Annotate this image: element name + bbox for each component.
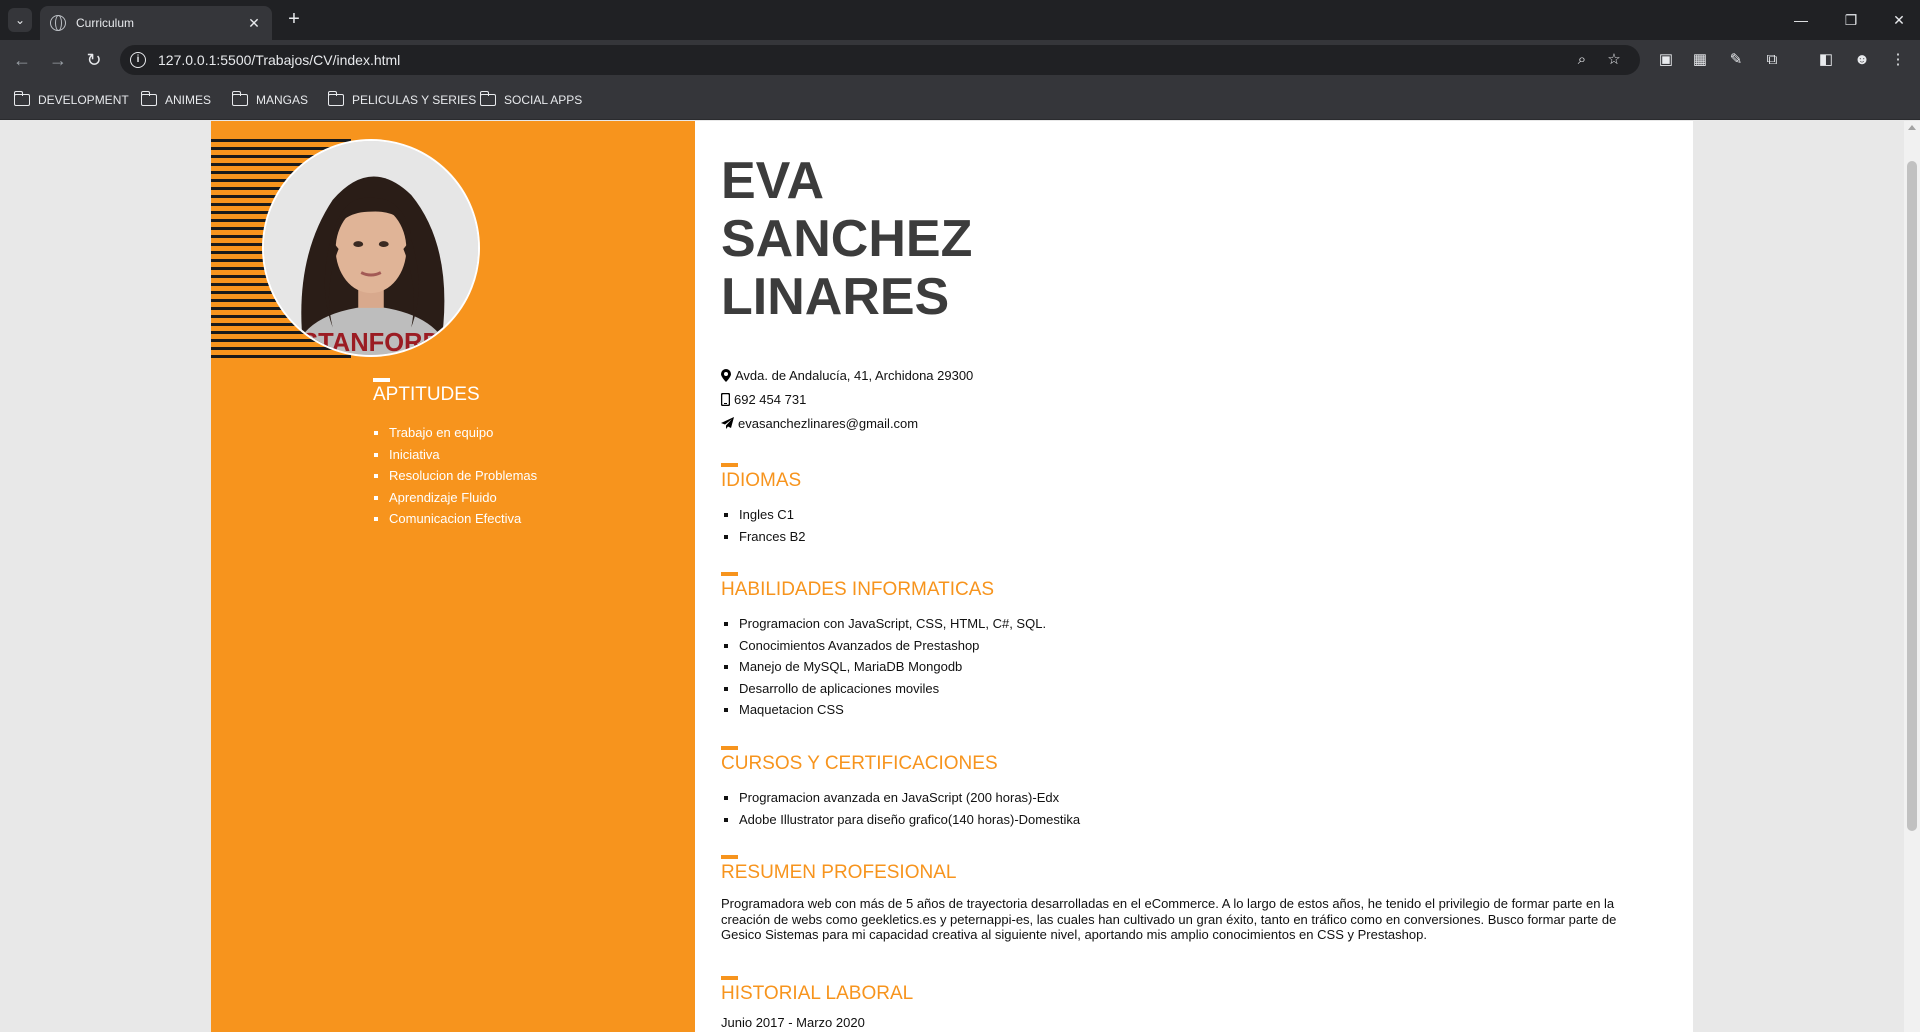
screenshot-extension-icon[interactable]: ▦ <box>1690 50 1710 70</box>
resumen-section: RESUMEN PROFESIONAL Programadora web con… <box>721 855 1656 943</box>
map-marker-icon <box>721 368 731 382</box>
page-scrollbar[interactable] <box>1904 121 1920 1032</box>
extensions-puzzle-icon[interactable]: ⧉ <box>1762 50 1782 70</box>
minimize-icon[interactable]: — <box>1786 8 1816 32</box>
section-accent-bar <box>721 976 738 980</box>
idiomas-list: Ingles C1 Frances B2 <box>739 504 805 547</box>
cv-sidebar: STANFORD APTITUDES Trabajo en equipo Ini… <box>211 121 695 1032</box>
resumen-text: Programadora web con más de 5 años de tr… <box>721 896 1617 942</box>
mobile-phone-icon <box>721 392 730 406</box>
site-info-icon[interactable]: i <box>130 52 146 68</box>
forward-arrow-icon[interactable]: → <box>46 48 70 72</box>
folder-icon <box>140 91 157 106</box>
name-line: SANCHEZ <box>721 210 973 268</box>
section-accent-bar <box>721 746 738 750</box>
profile-avatar-icon[interactable]: ☻ <box>1852 50 1872 70</box>
list-item: Maquetacion CSS <box>739 699 1046 721</box>
list-item: Programacion con JavaScript, CSS, HTML, … <box>739 613 1046 635</box>
url-text[interactable]: 127.0.0.1:5500/Trabajos/CV/index.html <box>158 52 400 68</box>
page-viewport: STANFORD APTITUDES Trabajo en equipo Ini… <box>0 121 1904 1032</box>
scrollbar-thumb[interactable] <box>1907 161 1917 831</box>
aptitudes-title: APTITUDES <box>373 384 480 405</box>
list-item: Conocimientos Avanzados de Prestashop <box>739 635 1046 657</box>
contact-address: Avda. de Andalucía, 41, Archidona 29300 <box>721 363 973 387</box>
candidate-name: EVA SANCHEZ LINARES <box>721 152 972 326</box>
idiomas-section: IDIOMAS Ingles C1 Frances B2 <box>721 463 805 547</box>
resumen-title: RESUMEN PROFESIONAL <box>721 862 957 883</box>
bookmark-folder-peliculas-y-series[interactable]: PELICULAS Y SERIES <box>327 91 476 109</box>
title-bar: ⌄ Curriculum ✕ + — ❐ ✕ <box>0 0 1920 40</box>
tab-close-icon[interactable]: ✕ <box>246 15 262 32</box>
folder-icon <box>13 91 30 106</box>
bookmark-star-icon[interactable]: ☆ <box>1604 50 1624 70</box>
profile-photo: STANFORD <box>262 139 480 357</box>
cursos-section: CURSOS Y CERTIFICACIONES Programacion av… <box>721 746 1080 830</box>
list-item: Adobe Illustrator para diseño grafico(14… <box>739 809 1080 831</box>
tab-search-chevron-icon[interactable]: ⌄ <box>8 8 32 32</box>
historial-title: HISTORIAL LABORAL <box>721 983 914 1004</box>
habilidades-list: Programacion con JavaScript, CSS, HTML, … <box>739 613 1046 721</box>
list-item: Trabajo en equipo <box>389 422 537 444</box>
list-item: Iniciativa <box>389 444 537 466</box>
reload-icon[interactable]: ↻ <box>82 48 106 72</box>
browser-tab[interactable]: Curriculum ✕ <box>40 6 272 40</box>
paper-plane-icon <box>721 417 734 429</box>
list-item: Aprendizaje Fluido <box>389 487 537 509</box>
list-item: Programacion avanzada en JavaScript (200… <box>739 787 1080 809</box>
new-tab-plus-icon[interactable]: + <box>282 8 306 32</box>
section-accent-bar <box>373 378 390 382</box>
habilidades-section: HABILIDADES INFORMATICAS Programacion co… <box>721 572 1046 721</box>
cv-page: STANFORD APTITUDES Trabajo en equipo Ini… <box>211 121 1693 1032</box>
habilidades-title: HABILIDADES INFORMATICAS <box>721 579 995 600</box>
job-period: Junio 2017 - Marzo 2020 <box>721 1015 865 1030</box>
aptitudes-list: Trabajo en equipo Iniciativa Resolucion … <box>389 422 537 530</box>
folder-icon <box>327 91 344 106</box>
folder-icon <box>231 91 248 106</box>
bookmark-folder-animes[interactable]: ANIMES <box>140 91 211 109</box>
section-accent-bar <box>721 463 738 467</box>
contact-email: evasanchezlinares@gmail.com <box>721 411 973 435</box>
folder-icon <box>479 91 496 106</box>
cursos-title: CURSOS Y CERTIFICACIONES <box>721 753 998 774</box>
idiomas-title: IDIOMAS <box>721 470 802 491</box>
aptitudes-section: APTITUDES Trabajo en equipo Iniciativa R… <box>373 378 537 530</box>
list-item: Frances B2 <box>739 526 805 548</box>
list-item: Desarrollo de aplicaciones moviles <box>739 678 1046 700</box>
contact-phone: 692 454 731 <box>721 387 973 411</box>
window-close-icon[interactable]: ✕ <box>1884 8 1914 32</box>
list-item: Manejo de MySQL, MariaDB Mongodb <box>739 656 1046 678</box>
browser-toolbar: ← → ↻ i 127.0.0.1:5500/Trabajos/CV/index… <box>0 40 1920 80</box>
section-accent-bar <box>721 572 738 576</box>
menu-kebab-icon[interactable]: ⋮ <box>1888 50 1908 70</box>
zoom-icon[interactable]: ⌕ <box>1572 50 1592 70</box>
historial-section: HISTORIAL LABORAL Junio 2017 - Marzo 202… <box>721 976 1656 1031</box>
side-panel-icon[interactable]: ◧ <box>1816 50 1836 70</box>
back-arrow-icon[interactable]: ← <box>10 48 34 72</box>
list-item: Ingles C1 <box>739 504 805 526</box>
cursos-list: Programacion avanzada en JavaScript (200… <box>739 787 1080 830</box>
globe-icon <box>50 15 66 31</box>
bookmark-folder-social-apps[interactable]: SOCIAL APPS <box>479 91 582 109</box>
bookmarks-bar: DEVELOPMENT ANIMES MANGAS PELICULAS Y SE… <box>0 80 1920 120</box>
eyedropper-extension-icon[interactable]: ✎ <box>1726 50 1746 70</box>
tab-title: Curriculum <box>76 16 135 30</box>
name-line: LINARES <box>721 268 950 326</box>
address-bar[interactable]: i 127.0.0.1:5500/Trabajos/CV/index.html … <box>120 45 1640 75</box>
section-accent-bar <box>721 855 738 859</box>
restore-icon[interactable]: ❐ <box>1836 8 1866 32</box>
scroll-up-arrow-icon[interactable] <box>1908 125 1916 130</box>
tab-cast-extension-icon[interactable]: ▣ <box>1656 50 1676 70</box>
contact-info: Avda. de Andalucía, 41, Archidona 29300 … <box>721 363 973 435</box>
list-item: Resolucion de Problemas <box>389 465 537 487</box>
bookmark-folder-development[interactable]: DEVELOPMENT <box>13 91 129 109</box>
name-line: EVA <box>721 152 825 210</box>
bookmark-folder-mangas[interactable]: MANGAS <box>231 91 308 109</box>
list-item: Comunicacion Efectiva <box>389 508 537 530</box>
